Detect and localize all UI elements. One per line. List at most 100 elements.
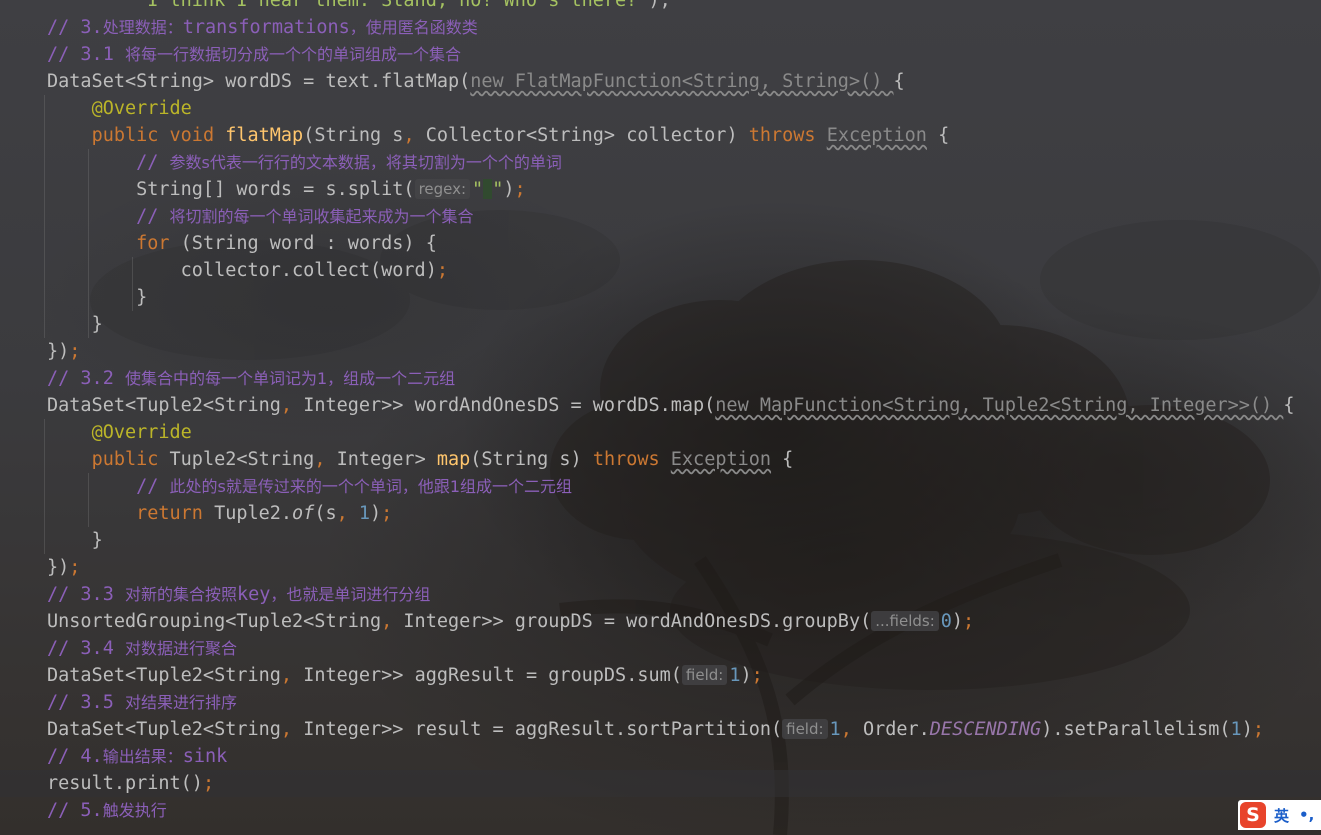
code-token: 对数据进行聚合 (124, 639, 237, 658)
code-line[interactable]: }); (47, 554, 80, 581)
code-token: , (280, 665, 304, 686)
code-line[interactable]: // 参数s代表一行行的文本数据，将其切割为一个个的单词 (47, 149, 562, 176)
code-token: ; (69, 557, 81, 578)
code-token: // 3.2 (47, 368, 125, 389)
code-token: Integer>> groupDS = wordAndOnesDS.groupB… (403, 611, 872, 632)
ime-status-bar[interactable]: S 英 •, (1238, 800, 1321, 830)
sogou-ime-icon[interactable]: S (1240, 802, 1266, 828)
code-line[interactable]: "I think I hear them. Stand, ho! Who's t… (47, 0, 671, 14)
code-token: @Override (91, 422, 192, 443)
code-token: ) (740, 665, 752, 686)
code-token: 此处的s就是传过来的一个个单词，他跟1组成一个二元组 (169, 477, 573, 496)
code-line[interactable]: @Override (47, 419, 192, 446)
code-token: DESCENDING (929, 719, 1042, 740)
code-token: ; (381, 503, 393, 524)
code-token: ).setParallelism( (1041, 719, 1231, 740)
code-token: // (136, 476, 170, 497)
code-token: ; (514, 179, 526, 200)
code-token: Integer>> wordAndOnesDS = wordDS.map( (303, 395, 716, 416)
code-line[interactable]: DataSet<Tuple2<String, Integer>> result … (47, 716, 1264, 743)
code-token: // 3.1 (47, 44, 125, 65)
code-token: return (136, 503, 215, 524)
code-token: ) (1241, 719, 1253, 740)
code-token: // 3.3 (47, 584, 125, 605)
ime-language-toggle[interactable]: 英 (1274, 805, 1289, 826)
code-token: DataSet<Tuple2<String (47, 395, 281, 416)
code-token: of (292, 503, 315, 524)
code-line[interactable]: // 3.处理数据：transformations，使用匿名函数类 (47, 14, 478, 41)
code-token: { (926, 125, 950, 146)
code-line[interactable]: for (String word : words) { (47, 230, 437, 257)
code-line[interactable]: public Tuple2<String, Integer> map(Strin… (47, 446, 794, 473)
code-line[interactable]: String[] words = s.split(regex: " "); (47, 176, 526, 203)
code-line[interactable]: DataSet<String> wordDS = text.flatMap(ne… (47, 68, 905, 95)
code-line[interactable]: UnsortedGrouping<Tuple2<String, Integer>… (47, 608, 974, 635)
code-editor[interactable]: "I think I hear them. Stand, ho! Who's t… (0, 0, 1321, 835)
code-line[interactable]: DataSet<Tuple2<String, Integer>> wordAnd… (47, 392, 1294, 419)
code-token: 对新的集合按照 (124, 585, 237, 604)
code-token: 1 (729, 665, 741, 686)
code-line[interactable]: @Override (47, 95, 192, 122)
code-token: 将每一行数据切分成一个个的单词组成一个集合 (124, 45, 461, 64)
parameter-hint: field: (782, 719, 828, 739)
code-token: map (436, 449, 471, 470)
code-token: }) (47, 341, 70, 362)
code-line[interactable]: collector.collect(word); (47, 257, 448, 284)
parameter-hint: regex: (414, 179, 471, 199)
code-line[interactable]: result.print(); (47, 770, 214, 797)
code-token: // 4. (47, 746, 103, 767)
code-token: Integer>> aggResult = groupDS.sum( (303, 665, 682, 686)
code-line[interactable]: // 5.触发执行 (47, 797, 167, 824)
code-line[interactable]: }); (47, 338, 80, 365)
code-line[interactable]: // 将切割的每一个单词收集起来成为一个集合 (47, 203, 473, 230)
code-token: new FlatMapFunction<String, String>() (470, 71, 894, 92)
parameter-hint: ...fields: (871, 611, 939, 631)
code-token: 1 (829, 719, 841, 740)
code-token: for (136, 233, 181, 254)
code-token: 处理数据： (102, 18, 183, 37)
code-token: , (336, 503, 359, 524)
code-line[interactable]: public void flatMap(String s, Collector<… (47, 122, 950, 149)
code-token: ; (69, 341, 81, 362)
code-token: Integer>> result = aggResult.sortPartiti… (303, 719, 783, 740)
code-token: Collector<String> collector) (425, 125, 749, 146)
code-token: ) (370, 503, 382, 524)
code-line[interactable]: // 3.5 对结果进行排序 (47, 689, 237, 716)
code-token: { (893, 71, 905, 92)
code-token: Order. (862, 719, 930, 740)
code-line[interactable]: // 3.1 将每一行数据切分成一个个的单词组成一个集合 (47, 41, 461, 68)
code-line[interactable]: } (47, 311, 103, 338)
code-line[interactable]: // 3.2 使集合中的每一个单词记为1，组成一个二元组 (47, 365, 455, 392)
code-token: sink (182, 746, 228, 767)
code-line[interactable]: return Tuple2.of(s, 1); (47, 500, 392, 527)
code-token: key (236, 584, 271, 605)
code-line[interactable]: } (47, 284, 147, 311)
code-token: Exception (826, 125, 927, 146)
code-token: , (840, 719, 863, 740)
code-token: DataSet<Tuple2<String (47, 665, 281, 686)
code-line[interactable]: DataSet<Tuple2<String, Integer>> aggResu… (47, 662, 763, 689)
code-token: 0 (940, 611, 952, 632)
code-line[interactable]: // 3.3 对新的集合按照key，也就是单词进行分组 (47, 581, 430, 608)
code-token: 对结果进行排序 (124, 693, 237, 712)
code-token: transformations (182, 17, 350, 38)
code-token: 参数s代表一行行的文本数据，将其切割为一个个的单词 (169, 153, 562, 172)
code-line[interactable]: // 此处的s就是传过来的一个个单词，他跟1组成一个二元组 (47, 473, 572, 500)
ime-punctuation-toggle[interactable]: •, (1299, 806, 1314, 824)
code-token: public (91, 449, 170, 470)
code-line[interactable]: // 3.4 对数据进行聚合 (47, 635, 237, 662)
code-token: , (314, 449, 337, 470)
code-line[interactable]: } (47, 527, 103, 554)
code-line[interactable]: // 4.输出结果：sink (47, 743, 227, 770)
code-token: , (280, 395, 304, 416)
